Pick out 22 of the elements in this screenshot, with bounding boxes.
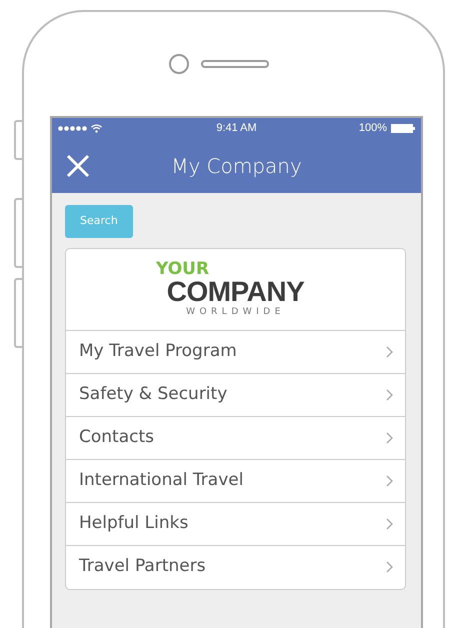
- signal-icon: [58, 126, 87, 131]
- company-logo: YOUR COMPANY WORLDWIDE: [66, 248, 405, 330]
- nav-title: My Company: [170, 153, 303, 180]
- menu-item[interactable]: Safety & Security: [66, 374, 405, 416]
- camera-icon: [168, 54, 188, 74]
- chevron-icon: [386, 518, 393, 530]
- chevron-icon: [386, 388, 393, 400]
- menu-item[interactable]: My Travel Program: [66, 330, 405, 374]
- menu-item[interactable]: International Travel: [66, 460, 405, 502]
- wifi-icon: [91, 124, 102, 133]
- chevron-icon: [386, 474, 393, 486]
- speaker-icon: [200, 60, 268, 68]
- close-icon[interactable]: [66, 154, 90, 178]
- battery-percent: 100%: [358, 121, 388, 136]
- chevron-icon: [386, 561, 393, 573]
- status-time: 9:41 AM: [216, 121, 257, 136]
- battery-icon: [391, 124, 416, 133]
- menu-item[interactable]: Travel Partners: [66, 546, 405, 588]
- chevron-icon: [386, 432, 393, 444]
- chevron-icon: [386, 346, 393, 358]
- menu-item[interactable]: Helpful Links: [66, 502, 405, 546]
- menu-item[interactable]: Contacts: [66, 416, 405, 460]
